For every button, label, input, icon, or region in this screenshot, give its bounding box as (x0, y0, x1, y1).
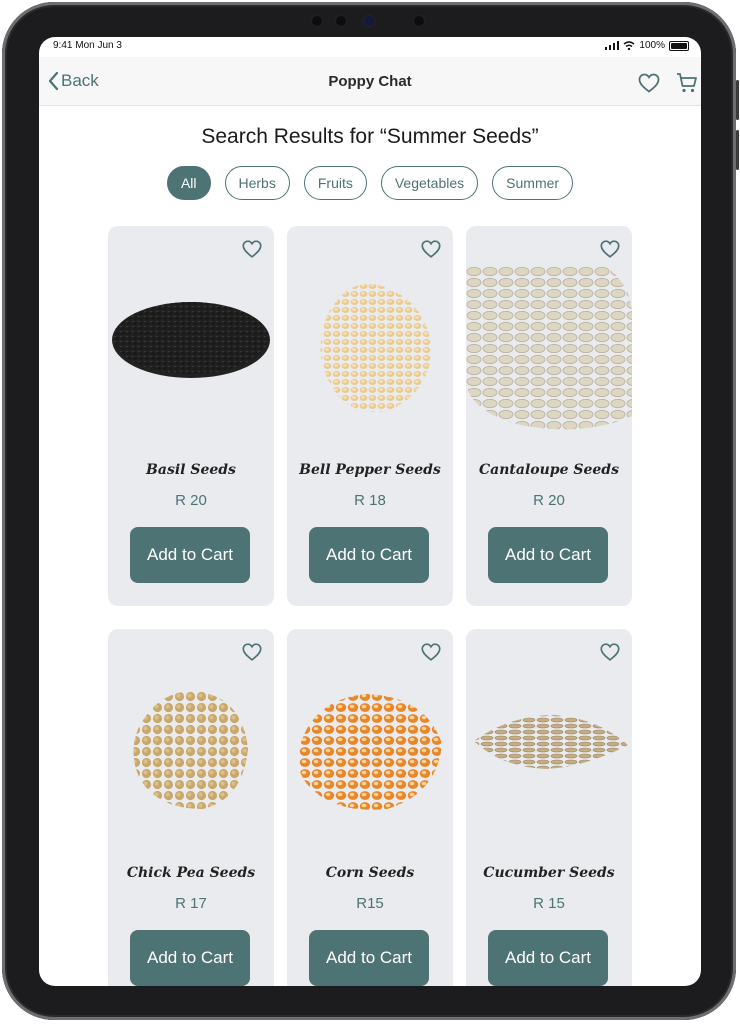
bell-pepper-seeds-image (320, 284, 432, 412)
basil-seeds-image (112, 302, 270, 378)
product-card-chick-pea[interactable]: Chick Pea Seeds R 17 Add to Cart (108, 629, 274, 986)
chick-pea-seeds-image (133, 690, 248, 809)
heart-icon[interactable] (241, 641, 263, 663)
add-to-cart-button[interactable]: Add to Cart (488, 930, 608, 986)
side-button (736, 130, 739, 170)
status-indicators: 100% (605, 40, 689, 51)
wifi-icon (623, 41, 635, 50)
product-price: R 17 (175, 895, 207, 912)
add-to-cart-button[interactable]: Add to Cart (309, 527, 429, 583)
product-card-bell-pepper[interactable]: Bell Pepper Seeds R 18 Add to Cart (287, 226, 453, 606)
product-name: Chick Pea Seeds (126, 865, 256, 881)
navigation-bar: Back Poppy Chat (39, 57, 701, 106)
sensor-dot (334, 14, 348, 28)
app-screen: 9:41 Mon Jun 3 100% Back Poppy Chat Sear… (39, 37, 701, 986)
heart-icon[interactable] (637, 71, 661, 95)
battery-icon (669, 40, 689, 51)
filter-chip-herbs[interactable]: Herbs (224, 166, 290, 200)
sensor-dot (412, 14, 426, 28)
product-price: R 20 (175, 492, 207, 509)
page-title: Poppy Chat (328, 73, 412, 90)
product-card-corn[interactable]: Corn Seeds R15 Add to Cart (287, 629, 453, 986)
heart-icon[interactable] (599, 641, 621, 663)
product-price: R 20 (533, 492, 565, 509)
camera-bar (302, 10, 442, 32)
product-name: Cantaloupe Seeds (479, 462, 619, 478)
heart-icon[interactable] (599, 238, 621, 260)
product-price: R 18 (354, 492, 386, 509)
heart-icon[interactable] (420, 238, 442, 260)
add-to-cart-button[interactable]: Add to Cart (309, 930, 429, 986)
filter-chip-all[interactable]: All (166, 166, 211, 200)
heart-icon[interactable] (420, 641, 442, 663)
product-price: R15 (356, 895, 384, 912)
add-to-cart-button[interactable]: Add to Cart (130, 527, 250, 583)
add-to-cart-button[interactable]: Add to Cart (130, 930, 250, 986)
product-name: Basil Seeds (146, 462, 236, 478)
side-button (736, 80, 739, 120)
filter-chips: All Herbs Fruits Vegetables Summer (39, 166, 701, 200)
heart-icon[interactable] (241, 238, 263, 260)
status-bar: 9:41 Mon Jun 3 100% (39, 37, 701, 57)
cantaloupe-seeds-image (466, 266, 632, 430)
sensor-dot (310, 14, 324, 28)
cart-icon[interactable] (675, 71, 699, 95)
corn-seeds-image (298, 694, 442, 810)
product-name: Corn Seeds (325, 865, 415, 881)
battery-percent: 100% (639, 40, 665, 51)
product-name: Cucumber Seeds (483, 865, 615, 881)
product-card-cantaloupe[interactable]: Cantaloupe Seeds R 20 Add to Cart (466, 226, 632, 606)
status-time: 9:41 Mon Jun 3 (53, 40, 122, 51)
signal-icon (605, 41, 620, 50)
filter-chip-summer[interactable]: Summer (492, 166, 574, 200)
filter-chip-fruits[interactable]: Fruits (303, 166, 367, 200)
camera-lens (362, 14, 376, 28)
product-card-cucumber[interactable]: Cucumber Seeds R 15 Add to Cart (466, 629, 632, 986)
search-results-heading: Search Results for “Summer Seeds” (201, 125, 539, 148)
product-name: Bell Pepper Seeds (299, 462, 441, 478)
product-price: R 15 (533, 895, 565, 912)
filter-chip-vegetables[interactable]: Vegetables (380, 166, 479, 200)
product-card-basil[interactable]: Basil Seeds R 20 Add to Cart (108, 226, 274, 606)
cucumber-seeds-image (474, 715, 628, 769)
add-to-cart-button[interactable]: Add to Cart (488, 527, 608, 583)
